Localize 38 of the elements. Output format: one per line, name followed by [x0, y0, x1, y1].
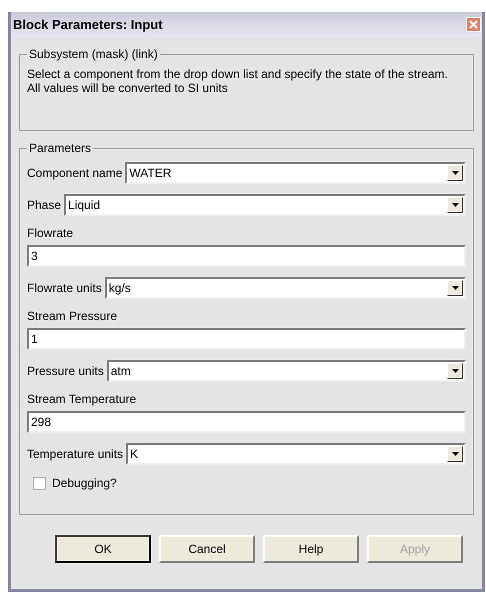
field-label: Stream Pressure: [27, 308, 118, 325]
field-label: Stream Temperature: [27, 391, 138, 408]
dialog-button[interactable]: Cancel: [159, 535, 255, 563]
caret-icon: [452, 369, 458, 373]
group-title: Parameters: [28, 140, 92, 157]
checkbox[interactable]: [33, 476, 46, 490]
close-icon: [469, 20, 478, 29]
dropdown-button[interactable]: [447, 363, 463, 379]
close-button[interactable]: [466, 17, 481, 32]
dropdown[interactable]: Liquid: [64, 194, 466, 216]
dropdown[interactable]: kg/s: [104, 277, 466, 299]
dropdown-button[interactable]: [447, 165, 463, 181]
caret-icon: [452, 452, 458, 456]
dialog-button[interactable]: Help: [263, 535, 359, 563]
dialog-button[interactable]: OK: [55, 535, 151, 563]
caret-icon: [452, 286, 458, 290]
input-field[interactable]: 1: [27, 328, 466, 350]
caret-icon: [452, 171, 458, 175]
checkbox-label: Debugging?: [52, 475, 117, 492]
dropdown-button[interactable]: [447, 446, 463, 462]
dropdown[interactable]: WATER: [125, 162, 466, 184]
field-label: Temperature units: [27, 446, 124, 463]
description-text: All values will be converted to SI units: [27, 81, 229, 95]
caret-icon: [452, 203, 458, 207]
description-text: Select a component from the drop down list and specify the state of the stream.: [27, 67, 449, 81]
window-title: Block Parameters: Input: [13, 16, 163, 34]
field-label: Phase: [27, 197, 62, 214]
field-label: Component name: [27, 165, 122, 182]
dropdown-button[interactable]: [447, 280, 463, 296]
field-label: Flowrate units: [27, 280, 102, 297]
dropdown-button[interactable]: [447, 197, 463, 213]
field-label: Pressure units: [27, 363, 104, 380]
field-label: Flowrate: [27, 225, 74, 242]
group-title: Subsystem (mask) (link): [28, 46, 159, 63]
input-field[interactable]: 298: [27, 411, 466, 433]
input-field[interactable]: 3: [27, 245, 466, 267]
dropdown[interactable]: atm: [106, 360, 466, 382]
dropdown[interactable]: K: [126, 443, 466, 465]
